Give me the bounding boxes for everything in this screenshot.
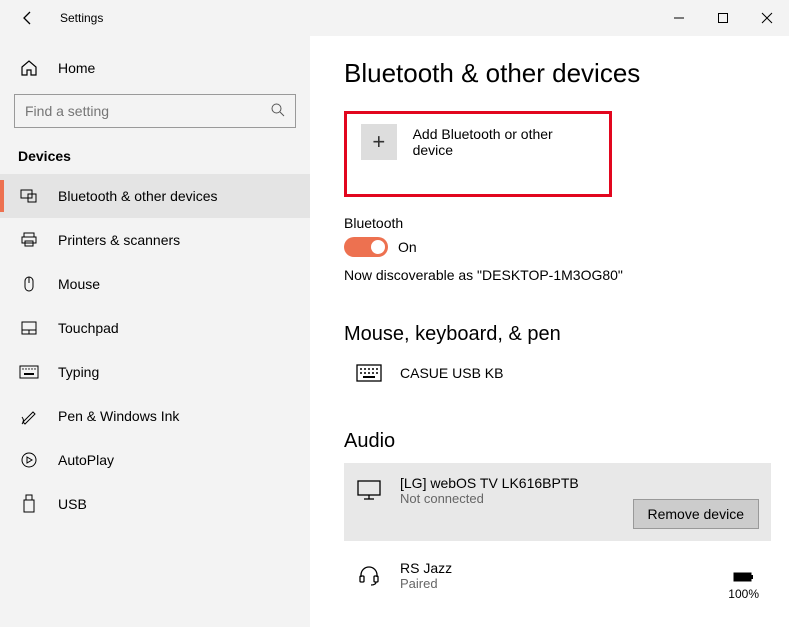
- nav-pen[interactable]: Pen & Windows Ink: [0, 394, 310, 438]
- add-device-button[interactable]: + Add Bluetooth or other device: [344, 111, 612, 197]
- mouse-icon: [18, 275, 40, 293]
- discoverable-text: Now discoverable as "DESKTOP-1M3OG80": [344, 267, 771, 283]
- device-status: Paired: [400, 576, 710, 591]
- home-nav[interactable]: Home: [0, 46, 310, 90]
- device-name: [LG] webOS TV LK616BPTB: [400, 475, 615, 491]
- nav-item-label: Mouse: [58, 276, 100, 292]
- bluetooth-label: Bluetooth: [344, 215, 771, 231]
- add-device-label: Add Bluetooth or other device: [413, 124, 595, 158]
- usb-icon: [18, 494, 40, 514]
- search-icon: [270, 102, 286, 118]
- back-button[interactable]: [18, 10, 38, 26]
- nav-usb[interactable]: USB: [0, 482, 310, 526]
- headset-icon: [356, 563, 382, 587]
- audio-heading: Audio: [344, 430, 771, 453]
- close-button[interactable]: [745, 0, 789, 36]
- device-name: RS Jazz: [400, 560, 710, 576]
- sidebar: Home Devices Bluetooth & other devices: [0, 36, 310, 627]
- section-label: Devices: [0, 142, 310, 174]
- tv-device-row[interactable]: [LG] webOS TV LK616BPTB Not connected Re…: [344, 463, 771, 541]
- nav-item-label: AutoPlay: [58, 452, 114, 468]
- minimize-button[interactable]: [657, 0, 701, 36]
- printer-icon: [18, 231, 40, 249]
- search-input[interactable]: [14, 94, 296, 128]
- pen-icon: [18, 407, 40, 425]
- battery-indicator: 100%: [728, 571, 759, 601]
- home-icon: [18, 59, 40, 77]
- devices-icon: [18, 187, 40, 205]
- nav-autoplay[interactable]: AutoPlay: [0, 438, 310, 482]
- nav-touchpad[interactable]: Touchpad: [0, 306, 310, 350]
- bluetooth-state: On: [398, 239, 417, 255]
- keyboard-icon: [356, 364, 382, 382]
- bluetooth-toggle[interactable]: [344, 237, 388, 257]
- nav-mouse[interactable]: Mouse: [0, 262, 310, 306]
- device-status: Not connected: [400, 491, 615, 506]
- keyboard-device-row[interactable]: CASUE USB KB: [344, 356, 771, 390]
- nav-item-label: USB: [58, 496, 87, 512]
- maximize-button[interactable]: [701, 0, 745, 36]
- plus-icon: +: [361, 124, 397, 160]
- nav-bluetooth[interactable]: Bluetooth & other devices: [0, 174, 310, 218]
- keyboard-icon: [18, 365, 40, 379]
- remove-device-button[interactable]: Remove device: [633, 499, 760, 529]
- nav-item-label: Printers & scanners: [58, 232, 180, 248]
- nav-item-label: Pen & Windows Ink: [58, 408, 179, 424]
- search-container: [14, 94, 296, 128]
- nav-item-label: Touchpad: [58, 320, 119, 336]
- nav-typing[interactable]: Typing: [0, 350, 310, 394]
- headset-device-row[interactable]: RS Jazz Paired 100%: [344, 541, 771, 609]
- battery-icon: [733, 571, 755, 583]
- mouse-heading: Mouse, keyboard, & pen: [344, 323, 771, 346]
- touchpad-icon: [18, 319, 40, 337]
- window-title: Settings: [60, 11, 103, 25]
- monitor-icon: [356, 479, 382, 501]
- home-label: Home: [58, 60, 95, 76]
- nav-printers[interactable]: Printers & scanners: [0, 218, 310, 262]
- device-name: CASUE USB KB: [400, 365, 503, 381]
- nav-item-label: Bluetooth & other devices: [58, 188, 218, 204]
- content-area: Bluetooth & other devices + Add Bluetoot…: [310, 36, 789, 627]
- page-title: Bluetooth & other devices: [344, 58, 771, 89]
- autoplay-icon: [18, 451, 40, 469]
- nav-item-label: Typing: [58, 364, 99, 380]
- battery-percent: 100%: [728, 587, 759, 601]
